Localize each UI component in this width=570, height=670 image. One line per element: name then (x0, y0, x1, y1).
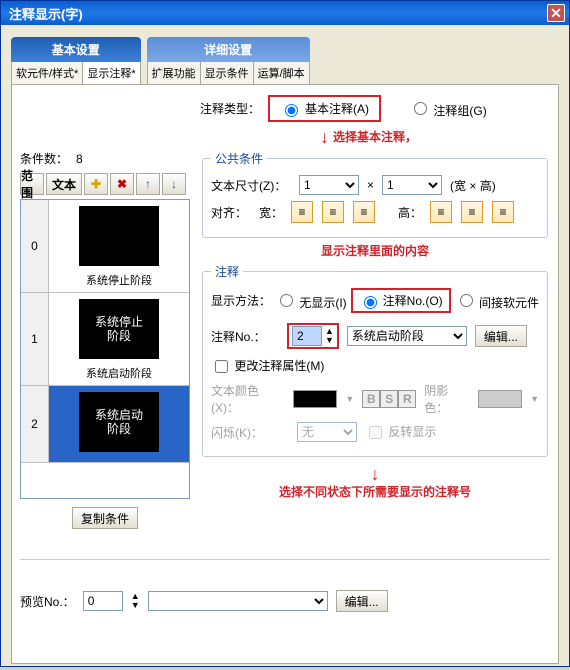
radio-annotation-group[interactable] (414, 102, 427, 115)
align-center-icon[interactable]: ≡ (322, 201, 344, 223)
preview-edit-button[interactable]: 编辑... (336, 590, 388, 612)
tab-basic-settings[interactable]: 基本设置 (11, 37, 141, 62)
tool-delete[interactable]: ✖ (110, 173, 134, 195)
subtab-extend[interactable]: 扩展功能 (148, 62, 201, 84)
invert-checkbox (369, 426, 382, 439)
note-select-basic: 选择基本注释， (333, 128, 417, 145)
text-color-swatch[interactable] (293, 390, 337, 408)
common-fieldset: 公共条件 文本尺寸(Z)： 1 × 1 (宽 × 高) 对齐： 宽： ≡ (202, 150, 548, 238)
radio-indirect[interactable] (460, 294, 473, 307)
item-index: 0 (21, 200, 49, 293)
tab-detail-settings[interactable]: 详细设置 (147, 37, 310, 62)
preview-label: 预览No.： (20, 593, 75, 610)
note-content: 显示注释里面的内容 (321, 244, 429, 258)
b-icon[interactable]: B (362, 390, 380, 408)
edit-button[interactable]: 编辑... (475, 325, 527, 347)
radio-no-display[interactable] (280, 294, 293, 307)
change-attr-checkbox[interactable] (215, 360, 228, 373)
width-select[interactable]: 1 (299, 175, 359, 195)
subtab-device-style[interactable]: 软元件/样式* (12, 62, 83, 84)
list-item[interactable]: 系统停止阶段 (49, 200, 189, 293)
count-label: 条件数： (20, 150, 68, 167)
radio-annotation-no[interactable] (364, 296, 377, 309)
r-icon[interactable]: R (398, 390, 416, 408)
shadow-color-swatch[interactable] (478, 390, 522, 408)
preview-no-input[interactable] (83, 591, 123, 611)
tool-up[interactable]: ↑ (136, 173, 160, 195)
item-index: 1 (21, 293, 49, 386)
annotation-fieldset: 注释 显示方法： 无显示(I) 注释No.(O) 间接软元件 注释No.： (202, 263, 548, 457)
align-middle-icon[interactable]: ≡ (461, 201, 483, 223)
radio-basic-annotation[interactable] (285, 104, 298, 117)
item-thumb: 系统启动 阶段 (79, 392, 159, 452)
spinner-icon[interactable]: ▲▼ (131, 592, 140, 610)
close-button[interactable]: ✕ (547, 4, 565, 22)
annotation-combo[interactable]: 系统启动阶段 (347, 326, 467, 346)
align-bottom-icon[interactable]: ≡ (492, 201, 514, 223)
count-value: 8 (76, 152, 83, 166)
window-title: 注释显示(字) (5, 4, 547, 23)
titlebar: 注释显示(字) ✕ (1, 1, 569, 25)
note-diff-state: 选择不同状态下所需要显示的注释号 (279, 485, 471, 499)
item-index: 2 (21, 386, 49, 463)
item-thumb (79, 206, 159, 266)
type-label: 注释类型： (200, 100, 260, 117)
subtab-show-annotation[interactable]: 显示注释* (83, 62, 139, 84)
align-left-icon[interactable]: ≡ (291, 201, 313, 223)
copy-condition-button[interactable]: 复制条件 (72, 507, 138, 529)
annotation-no-input[interactable] (292, 326, 322, 346)
tool-down[interactable]: ↓ (162, 173, 186, 195)
s-icon[interactable]: S (380, 390, 398, 408)
spinner-icon[interactable]: ▲▼ (325, 327, 334, 345)
arrow-icon: ↓ (320, 128, 329, 146)
radio-basic-annotation-box: 基本注释(A) (268, 95, 381, 122)
height-select[interactable]: 1 (382, 175, 442, 195)
list-item[interactable]: 系统启动 阶段 (49, 386, 189, 463)
condition-list[interactable]: 0 系统停止阶段 1 系统停止 阶段 系统启动阶段 (20, 199, 190, 499)
preview-combo[interactable] (148, 591, 328, 611)
tool-add[interactable]: ✚ (84, 173, 108, 195)
align-top-icon[interactable]: ≡ (430, 201, 452, 223)
align-right-icon[interactable]: ≡ (353, 201, 375, 223)
list-item[interactable]: 系统停止 阶段 系统启动阶段 (49, 293, 189, 386)
subtab-condition[interactable]: 显示条件 (201, 62, 254, 84)
tool-text[interactable]: 文本 (46, 173, 82, 195)
arrow-icon: ↓ (200, 465, 550, 483)
item-thumb: 系统停止 阶段 (79, 299, 159, 359)
blink-select: 无 (297, 422, 357, 442)
subtab-script[interactable]: 运算/脚本 (254, 62, 309, 84)
tool-range[interactable]: 范围 (20, 173, 44, 195)
